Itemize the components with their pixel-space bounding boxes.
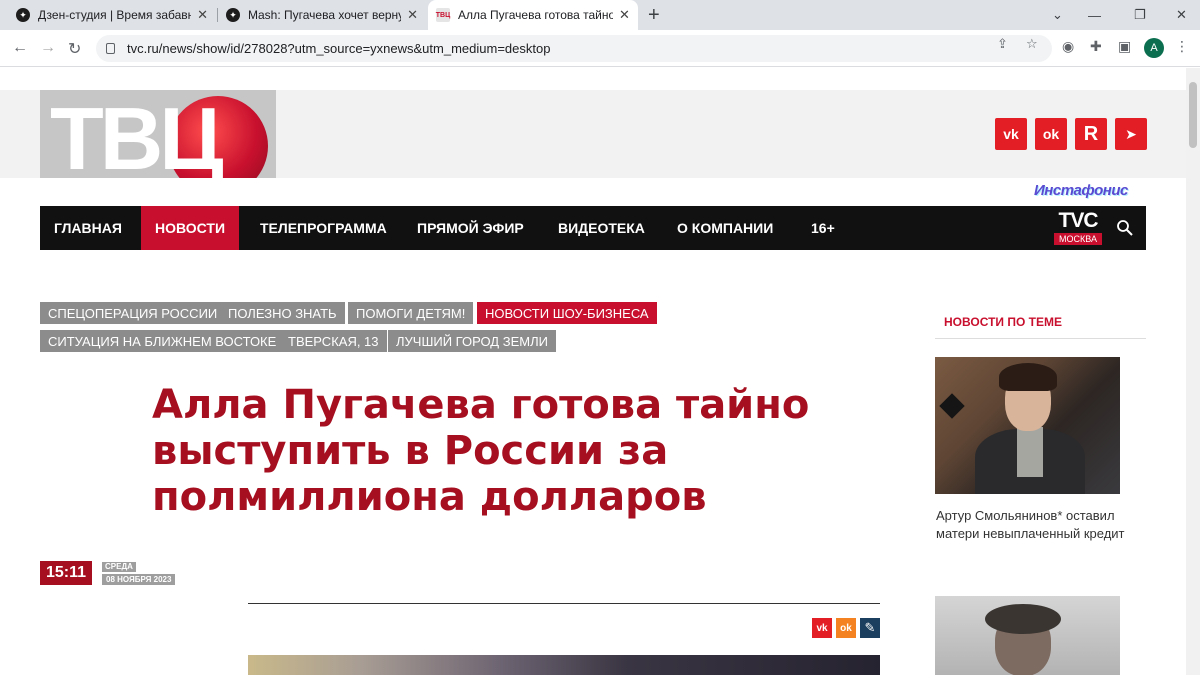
vk-label: vk <box>1003 126 1019 142</box>
more-menu-icon[interactable]: ⋮ <box>1175 38 1189 55</box>
tab-title: Mash: Пугачева хочет вернуться <box>248 8 401 22</box>
scrollbar-thumb[interactable] <box>1189 82 1197 148</box>
image-detail <box>939 393 965 419</box>
article-image <box>248 655 880 675</box>
vk-social-icon[interactable]: vk <box>995 118 1027 150</box>
puzzle-extensions-icon[interactable]: ✚ <box>1090 38 1102 55</box>
logo-text: ТВЦ <box>50 90 224 178</box>
article-day: СРЕДА <box>102 562 136 572</box>
browser-toolbar: ← → ↻ tvc.ru/news/show/id/278028?utm_sou… <box>0 30 1200 67</box>
search-icon[interactable] <box>1116 219 1134 237</box>
share-vk-label: vk <box>816 622 828 634</box>
main-navigation: ГЛАВНАЯ НОВОСТИ ТЕЛЕПРОГРАММА ПРЯМОЙ ЭФИ… <box>40 206 1146 250</box>
reload-icon[interactable]: ↻ <box>68 39 81 59</box>
nav-item-video-library[interactable]: ВИДЕОТЕКА <box>544 206 659 250</box>
tab-dzen-studio[interactable]: ✦ Дзен-студия | Время забавных ✕ <box>8 0 216 30</box>
dzen-favicon-icon: ✦ <box>226 8 240 22</box>
promo-banner[interactable]: Инстафонис <box>1034 182 1128 199</box>
sidebar-divider <box>935 338 1146 339</box>
web-page: ТВЦ vk ok R ➤ Инстафонис ГЛАВНАЯ НОВОСТИ… <box>0 68 1186 675</box>
tab-search-button[interactable]: ⌄ <box>1052 0 1063 30</box>
tag-showbiz-news[interactable]: НОВОСТИ ШОУ-БИЗНЕСА <box>477 302 657 324</box>
tab-title: Алла Пугачева готова тайно вы <box>458 8 613 22</box>
tag-useful-to-know[interactable]: ПОЛЕЗНО ЗНАТЬ <box>220 302 345 324</box>
tvc-logo-top: TVC <box>1058 209 1099 232</box>
share-icon[interactable]: ⇪ <box>997 36 1008 52</box>
restore-button[interactable]: ❐ <box>1134 0 1146 30</box>
article-headline: Алла Пугачева готова тайно выступить в Р… <box>152 382 810 520</box>
image-detail <box>985 604 1061 634</box>
share-vk-icon[interactable]: vk <box>812 618 832 638</box>
share-ok-label: ok <box>840 622 852 634</box>
minimize-button[interactable]: — <box>1088 0 1101 30</box>
tvc-logo-bottom: МОСКВА <box>1054 233 1102 245</box>
image-detail <box>1017 427 1043 477</box>
rutube-label: R <box>1083 122 1099 145</box>
tab-close-icon[interactable]: ✕ <box>619 7 630 23</box>
new-tab-button[interactable]: + <box>648 4 660 27</box>
ok-social-icon[interactable]: ok <box>1035 118 1067 150</box>
tab-tvc-article[interactable]: ТВЦ Алла Пугачева готова тайно вы ✕ <box>428 0 638 30</box>
article-divider <box>248 603 880 604</box>
article-time: 15:11 <box>40 561 92 585</box>
rutube-social-icon[interactable]: R <box>1075 118 1107 150</box>
share-ok-icon[interactable]: ok <box>836 618 856 638</box>
tab-close-icon[interactable]: ✕ <box>407 7 418 23</box>
sidebar-title: НОВОСТИ ПО ТЕМЕ <box>944 315 1062 329</box>
tag-tverskaya-13[interactable]: ТВЕРСКАЯ, 13 <box>280 330 387 352</box>
tab-close-icon[interactable]: ✕ <box>197 7 208 23</box>
tvc-favicon-icon: ТВЦ <box>436 8 450 22</box>
nav-item-tv-program[interactable]: ТЕЛЕПРОГРАММА <box>246 206 401 250</box>
nav-item-news[interactable]: НОВОСТИ <box>141 206 240 250</box>
share-edit-label: ✎ <box>864 620 876 635</box>
tab-title: Дзен-студия | Время забавных <box>38 8 192 22</box>
tvc-moscow-logo[interactable]: TVC МОСКВА <box>1054 209 1102 247</box>
tvc-site-logo[interactable]: ТВЦ <box>40 90 276 178</box>
related-news-image[interactable] <box>935 357 1120 494</box>
extension-icon[interactable]: ◉ <box>1062 38 1074 55</box>
close-window-button[interactable]: ✕ <box>1176 0 1187 30</box>
url-text: tvc.ru/news/show/id/278028?utm_source=yx… <box>127 41 551 56</box>
related-news-link[interactable]: Артур Смольянинов* оставил матери невыпл… <box>936 507 1126 543</box>
lock-icon <box>106 43 115 54</box>
nav-item-home[interactable]: ГЛАВНАЯ <box>40 206 136 250</box>
tag-best-city[interactable]: ЛУЧШИЙ ГОРОД ЗЕМЛИ <box>388 330 556 352</box>
forward-arrow-icon[interactable]: → <box>40 39 56 57</box>
back-arrow-icon[interactable]: ← <box>12 39 28 57</box>
telegram-label: ➤ <box>1125 125 1137 142</box>
ok-label: ok <box>1042 126 1060 142</box>
tab-mash[interactable]: ✦ Mash: Пугачева хочет вернуться ✕ <box>218 0 426 30</box>
tag-special-operation[interactable]: СПЕЦОПЕРАЦИЯ РОССИИ <box>40 302 226 324</box>
address-bar[interactable]: tvc.ru/news/show/id/278028?utm_source=yx… <box>96 35 1052 62</box>
share-edit-icon[interactable]: ✎ <box>860 618 880 638</box>
profile-avatar[interactable]: A <box>1144 38 1164 58</box>
image-detail <box>999 363 1057 391</box>
related-news-image[interactable] <box>935 596 1120 675</box>
page-scrollbar[interactable] <box>1186 68 1200 675</box>
nav-item-age-rating[interactable]: 16+ <box>797 206 849 250</box>
dzen-favicon-icon: ✦ <box>16 8 30 22</box>
nav-item-about[interactable]: О КОМПАНИИ <box>663 206 787 250</box>
nav-item-live[interactable]: ПРЯМОЙ ЭФИР <box>403 206 538 250</box>
tag-help-children[interactable]: ПОМОГИ ДЕТЯМ! <box>348 302 474 324</box>
tag-middle-east[interactable]: СИТУАЦИЯ НА БЛИЖНЕМ ВОСТОКЕ <box>40 330 285 352</box>
browser-tab-bar: ✦ Дзен-студия | Время забавных ✕ ✦ Mash:… <box>0 0 1200 30</box>
article-date: 08 НОЯБРЯ 2023 <box>102 574 176 585</box>
side-panel-icon[interactable]: ▣ <box>1118 38 1131 55</box>
telegram-social-icon[interactable]: ➤ <box>1115 118 1147 150</box>
bookmark-star-icon[interactable]: ☆ <box>1026 36 1038 52</box>
